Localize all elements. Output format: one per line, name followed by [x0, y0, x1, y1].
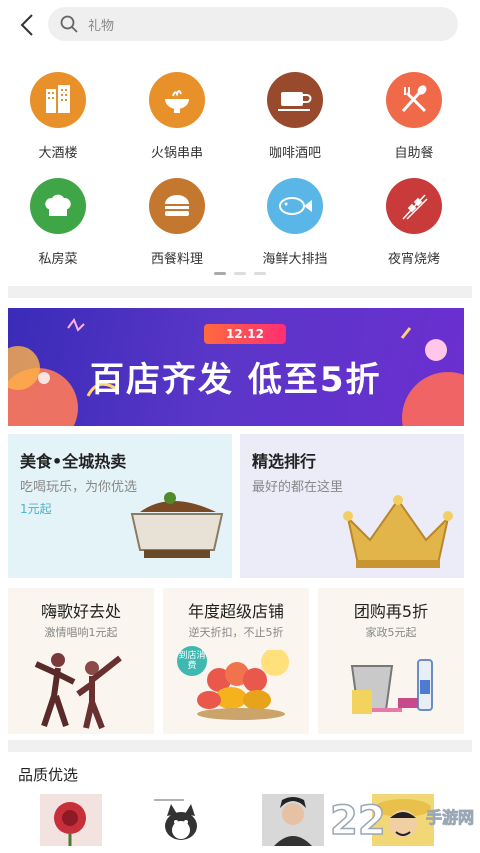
category-label: 大酒楼 [38, 146, 78, 161]
person-image [274, 797, 312, 846]
mini-card-ktv[interactable]: 嗨歌好去处 激情唱响1元起 [8, 588, 154, 734]
watermark-text: 手游网 [426, 808, 475, 828]
hotpot-icon [149, 72, 205, 128]
coffee-icon [267, 72, 323, 128]
chevron-left-icon [20, 14, 33, 36]
product-thumbnail[interactable] [150, 794, 212, 846]
category-label: 自助餐 [394, 146, 434, 161]
cleaning-supplies-image [350, 659, 433, 714]
search-placeholder: 礼物 [88, 18, 115, 34]
category-item[interactable]: 咖啡酒吧 [240, 72, 350, 161]
watermark-number: 22 [329, 797, 386, 845]
category-grid: 大酒楼 火锅串串 咖啡酒吧 自助餐 私房菜 西餐料理 海鲜大排挡 夜宵烧烤 [0, 64, 480, 274]
section-divider [8, 286, 472, 298]
dog-image [154, 799, 197, 840]
category-label: 夜宵烧烤 [387, 252, 440, 267]
card-subtitle: 最好的都在这里 [252, 480, 344, 495]
page-dot [234, 272, 246, 275]
section-title: 品质优选 [18, 766, 79, 784]
skewer-icon [386, 178, 442, 234]
feature-card-ranking[interactable]: 精选排行 最好的都在这里 [240, 434, 464, 578]
mini-card-subtitle: 家政5元起 [365, 626, 417, 639]
top-bar: 礼物 [0, 0, 480, 50]
category-label: 海鲜大排挡 [262, 252, 328, 267]
category-label: 西餐料理 [150, 252, 203, 267]
back-button[interactable] [14, 10, 40, 40]
mini-card-groupbuy[interactable]: 团购再5折 家政5元起 [318, 588, 464, 734]
banner-tag: 12.12 [204, 324, 286, 344]
flower-image [54, 802, 86, 846]
category-item[interactable]: 大酒楼 [3, 72, 113, 161]
mini-card-stores[interactable]: 年度超级店铺 逆天折扣，不止5折 到店消费 [163, 588, 309, 734]
product-thumbnail[interactable] [262, 794, 324, 846]
category-label: 火锅串串 [150, 146, 203, 161]
mini-card-subtitle: 激情唱响1元起 [44, 626, 118, 639]
dancers-image [34, 653, 122, 730]
food-dish-image [130, 492, 224, 558]
category-label: 咖啡酒吧 [268, 146, 321, 161]
category-item[interactable]: 西餐料理 [122, 178, 232, 267]
fruit-image [197, 650, 289, 720]
promo-banner[interactable]: 12.12 百店齐发 低至5折 [8, 308, 464, 426]
card-price: 1元起 [20, 502, 52, 516]
feature-card-food[interactable]: 美食•全城热卖 吃喝玩乐，为你优选 1元起 [8, 434, 232, 578]
mini-card-title: 团购再5折 [353, 602, 429, 621]
chef-hat-icon [30, 178, 86, 234]
site-watermark: 22 手游网 [329, 797, 480, 853]
building-icon [30, 72, 86, 128]
page-indicator [0, 272, 480, 278]
crown-icon [343, 495, 453, 568]
section-divider [8, 740, 472, 752]
category-item[interactable]: 私房菜 [3, 178, 113, 267]
fish-icon [267, 178, 323, 234]
banner-headline: 百店齐发 低至5折 [90, 360, 382, 400]
card-title: 精选排行 [252, 452, 317, 471]
mini-card-title: 嗨歌好去处 [40, 602, 121, 621]
category-item[interactable]: 海鲜大排挡 [240, 178, 350, 267]
mini-card-title: 年度超级店铺 [187, 602, 284, 621]
category-item[interactable]: 火锅串串 [122, 72, 232, 161]
burger-icon [149, 178, 205, 234]
search-icon [60, 15, 78, 33]
fork-spoon-icon [386, 72, 442, 128]
page-dot [254, 272, 266, 275]
card-subtitle: 吃喝玩乐，为你优选 [20, 480, 138, 495]
category-label: 私房菜 [38, 252, 78, 267]
category-item[interactable]: 夜宵烧烤 [359, 178, 469, 267]
card-title: 美食•全城热卖 [20, 452, 127, 471]
search-input[interactable]: 礼物 [48, 7, 458, 41]
mini-card-subtitle: 逆天折扣，不止5折 [188, 626, 284, 639]
page-dot [214, 272, 226, 275]
category-item[interactable]: 自助餐 [359, 72, 469, 161]
product-thumbnail[interactable] [40, 794, 102, 846]
